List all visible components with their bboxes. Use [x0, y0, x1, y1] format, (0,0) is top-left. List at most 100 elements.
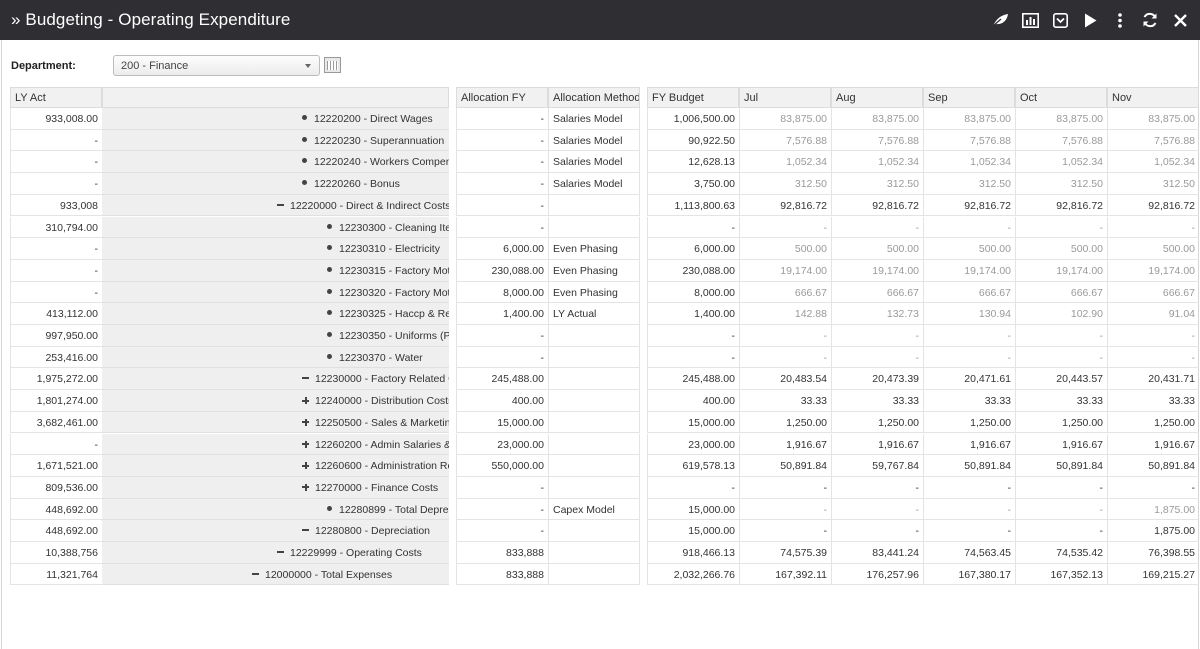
allocation-fy-cell[interactable]: 15,000.00: [456, 411, 548, 434]
account-name-cell[interactable]: 12230310 - Electricity: [102, 238, 449, 260]
month-value-cell[interactable]: 59,767.84: [831, 455, 923, 477]
column-header-month[interactable]: Nov: [1107, 87, 1199, 108]
account-name-cell[interactable]: 12260200 - Admin Salaries & Related: [102, 433, 449, 456]
account-name-cell[interactable]: 12270000 - Finance Costs: [102, 476, 449, 499]
ly-act-cell[interactable]: 448,692.00: [10, 498, 102, 521]
account-name-cell[interactable]: 12230350 - Uniforms (Purchase / Rental): [102, 325, 449, 347]
ly-act-cell[interactable]: 809,536.00: [10, 476, 102, 499]
month-value-cell[interactable]: 20,431.71: [1107, 368, 1199, 391]
fy-budget-cell[interactable]: 15,000.00: [647, 411, 739, 434]
ly-act-cell[interactable]: 10,388,756: [10, 542, 102, 564]
more-vertical-icon[interactable]: [1110, 10, 1130, 30]
ly-act-cell[interactable]: -: [10, 151, 102, 174]
account-name-cell[interactable]: 12230315 - Factory Motor Vehicles expens…: [102, 259, 449, 282]
account-name-cell[interactable]: 12220240 - Workers Compensation: [102, 151, 449, 174]
allocation-method-cell[interactable]: [548, 346, 640, 369]
collapse-icon[interactable]: [252, 572, 259, 575]
column-header-account[interactable]: [102, 87, 449, 108]
month-value-cell[interactable]: 142.88: [739, 303, 831, 325]
account-name-cell[interactable]: 12220000 - Direct & Indirect Costs: [102, 194, 449, 217]
month-value-cell[interactable]: 83,441.24: [831, 542, 923, 564]
month-value-cell[interactable]: 1,250.00: [831, 411, 923, 434]
month-value-cell[interactable]: -: [1015, 216, 1107, 239]
month-value-cell[interactable]: 74,535.42: [1015, 542, 1107, 564]
expand-icon[interactable]: [302, 397, 309, 405]
account-name-cell[interactable]: 12280899 - Total Depreciation: [102, 498, 449, 521]
month-value-cell[interactable]: 33.33: [1015, 390, 1107, 412]
fy-budget-cell[interactable]: -: [647, 325, 739, 347]
allocation-method-cell[interactable]: [548, 325, 640, 347]
collapse-icon[interactable]: [277, 203, 284, 206]
ly-act-cell[interactable]: -: [10, 238, 102, 260]
month-value-cell[interactable]: 92,816.72: [923, 194, 1015, 217]
month-value-cell[interactable]: 83,875.00: [831, 108, 923, 130]
month-value-cell[interactable]: 7,576.88: [923, 129, 1015, 152]
account-name-cell[interactable]: 12230300 - Cleaning Items: [102, 216, 449, 239]
account-name-cell[interactable]: 12000000 - Total Expenses: [102, 563, 449, 586]
fy-budget-cell[interactable]: 15,000.00: [647, 520, 739, 542]
month-value-cell[interactable]: -: [831, 498, 923, 521]
account-name-cell[interactable]: 12229999 - Operating Costs: [102, 542, 449, 564]
month-value-cell[interactable]: 1,052.34: [923, 151, 1015, 174]
ly-act-cell[interactable]: 997,950.00: [10, 325, 102, 347]
ly-act-cell[interactable]: 11,321,764: [10, 563, 102, 586]
month-value-cell[interactable]: -: [739, 325, 831, 347]
fy-budget-cell[interactable]: -: [647, 346, 739, 369]
month-value-cell[interactable]: 500.00: [831, 238, 923, 260]
leaf-icon[interactable]: [990, 10, 1010, 30]
month-value-cell[interactable]: -: [923, 476, 1015, 499]
fy-budget-cell[interactable]: -: [647, 216, 739, 239]
month-value-cell[interactable]: 19,174.00: [1107, 259, 1199, 282]
month-value-cell[interactable]: 74,563.45: [923, 542, 1015, 564]
ly-act-cell[interactable]: 933,008: [10, 194, 102, 217]
month-value-cell[interactable]: 83,875.00: [739, 108, 831, 130]
fy-budget-cell[interactable]: 1,400.00: [647, 303, 739, 325]
month-value-cell[interactable]: 1,916.67: [739, 433, 831, 456]
account-name-cell[interactable]: 12280800 - Depreciation: [102, 520, 449, 542]
month-value-cell[interactable]: 1,916.67: [1015, 433, 1107, 456]
ly-act-cell[interactable]: -: [10, 173, 102, 195]
month-value-cell[interactable]: -: [1015, 325, 1107, 347]
ly-act-cell[interactable]: 1,975,272.00: [10, 368, 102, 391]
fy-budget-cell[interactable]: 3,750.00: [647, 173, 739, 195]
column-header-allocation-fy[interactable]: Allocation FY: [456, 87, 548, 108]
month-value-cell[interactable]: 92,816.72: [1107, 194, 1199, 217]
month-value-cell[interactable]: 1,250.00: [923, 411, 1015, 434]
month-value-cell[interactable]: 7,576.88: [1015, 129, 1107, 152]
month-value-cell[interactable]: 1,916.67: [831, 433, 923, 456]
fy-budget-cell[interactable]: 6,000.00: [647, 238, 739, 260]
allocation-fy-cell[interactable]: 550,000.00: [456, 455, 548, 477]
fy-budget-cell[interactable]: 230,088.00: [647, 259, 739, 282]
month-value-cell[interactable]: 167,392.11: [739, 563, 831, 586]
month-value-cell[interactable]: 1,052.34: [831, 151, 923, 174]
fy-budget-cell[interactable]: 619,578.13: [647, 455, 739, 477]
account-name-cell[interactable]: 12230325 - Haccp & Related Expenses: [102, 303, 449, 325]
month-value-cell[interactable]: -: [1107, 325, 1199, 347]
allocation-fy-cell[interactable]: 6,000.00: [456, 238, 548, 260]
month-value-cell[interactable]: 83,875.00: [1015, 108, 1107, 130]
month-value-cell[interactable]: -: [1107, 346, 1199, 369]
month-value-cell[interactable]: -: [831, 325, 923, 347]
account-name-cell[interactable]: 12220200 - Direct Wages: [102, 108, 449, 130]
collapse-icon[interactable]: [302, 377, 309, 380]
month-value-cell[interactable]: 666.67: [1015, 281, 1107, 304]
month-value-cell[interactable]: -: [923, 216, 1015, 239]
allocation-fy-cell[interactable]: 1,400.00: [456, 303, 548, 325]
month-value-cell[interactable]: -: [831, 476, 923, 499]
allocation-method-cell[interactable]: [548, 542, 640, 564]
allocation-fy-cell[interactable]: -: [456, 520, 548, 542]
month-value-cell[interactable]: 1,250.00: [1107, 411, 1199, 434]
expand-icon[interactable]: [302, 483, 309, 491]
allocation-method-cell[interactable]: [548, 411, 640, 434]
month-value-cell[interactable]: 102.90: [1015, 303, 1107, 325]
allocation-fy-cell[interactable]: -: [456, 325, 548, 347]
month-value-cell[interactable]: -: [739, 346, 831, 369]
month-value-cell[interactable]: 7,576.88: [1107, 129, 1199, 152]
month-value-cell[interactable]: -: [923, 325, 1015, 347]
fy-budget-cell[interactable]: 8,000.00: [647, 281, 739, 304]
month-value-cell[interactable]: 92,816.72: [831, 194, 923, 217]
column-header-month[interactable]: Aug: [831, 87, 923, 108]
month-value-cell[interactable]: -: [1107, 216, 1199, 239]
column-header-month[interactable]: Jul: [739, 87, 831, 108]
ly-act-cell[interactable]: 1,801,274.00: [10, 390, 102, 412]
